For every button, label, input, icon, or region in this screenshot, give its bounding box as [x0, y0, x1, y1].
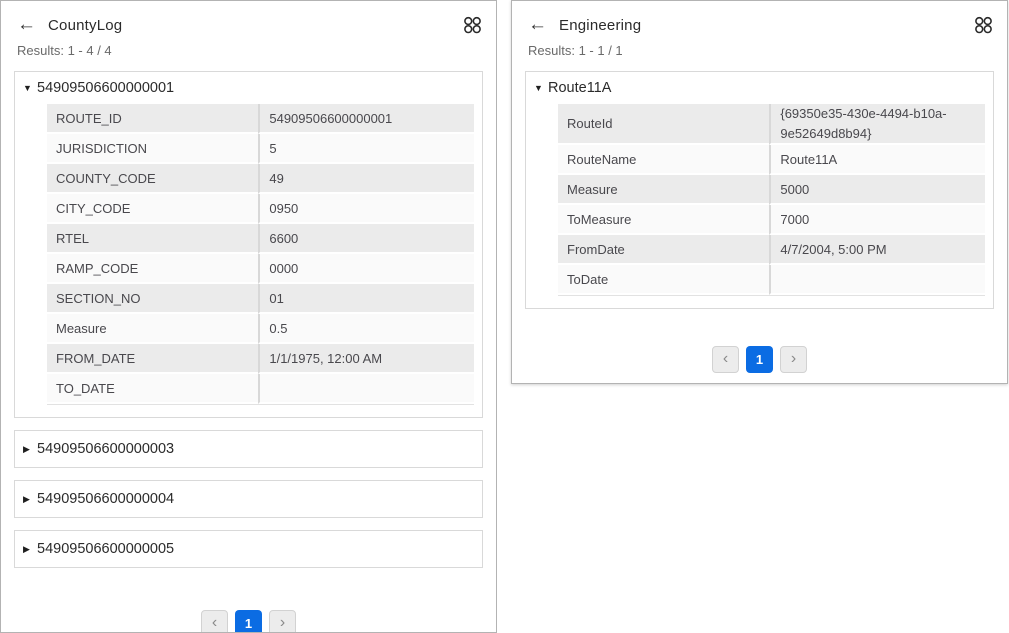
current-page-button[interactable]: 1	[235, 610, 262, 633]
field-value: 7000	[769, 205, 985, 235]
field-label: RouteId	[558, 104, 769, 145]
feature-card-toggle[interactable]: ▶ 54909506600000004	[15, 481, 482, 517]
field-value: 5000	[769, 175, 985, 205]
chevron-right-icon: ›	[280, 615, 285, 631]
feature-title: 54909506600000004	[37, 491, 174, 507]
panel-title: CountyLog	[48, 17, 122, 34]
panel-title: Engineering	[559, 17, 641, 34]
field-label: Measure	[47, 314, 258, 344]
engineering-header: ← Engineering	[512, 1, 1007, 41]
feature-card-toggle[interactable]: ▼ Route11A	[526, 72, 993, 102]
caret-right-icon: ▶	[23, 445, 35, 454]
table-row: SECTION_NO 01	[47, 284, 474, 314]
table-row: JURISDICTION 5	[47, 134, 474, 164]
countylog-panel: ← CountyLog Results: 1 - 4 / 4 ▼ 5490950…	[0, 0, 497, 633]
pagination: ‹ 1 ›	[512, 346, 1007, 373]
results-count: Results: 1 - 4 / 4	[1, 41, 496, 71]
field-value: 0950	[258, 194, 474, 224]
feature-card-collapsed: ▶ 54909506600000003	[14, 430, 483, 468]
engineering-panel: ← Engineering Results: 1 - 1 / 1 ▼ Route…	[511, 0, 1008, 384]
field-label: FROM_DATE	[47, 344, 258, 374]
field-value: 01	[258, 284, 474, 314]
table-row: CITY_CODE 0950	[47, 194, 474, 224]
field-value: 0000	[258, 254, 474, 284]
feature-card-toggle[interactable]: ▶ 54909506600000005	[15, 531, 482, 567]
grid-dots-icon[interactable]	[463, 16, 482, 34]
pagination: ‹ 1 ›	[1, 610, 496, 633]
caret-down-icon: ▼	[534, 84, 546, 93]
feature-card-collapsed: ▶ 54909506600000004	[14, 480, 483, 518]
feature-card-toggle[interactable]: ▶ 54909506600000003	[15, 431, 482, 467]
field-label: Measure	[558, 175, 769, 205]
field-value: 49	[258, 164, 474, 194]
prev-page-button[interactable]: ‹	[201, 610, 228, 633]
back-arrow-icon[interactable]: ←	[528, 16, 547, 34]
countylog-header: ← CountyLog	[1, 1, 496, 41]
next-page-button[interactable]: ›	[780, 346, 807, 373]
caret-right-icon: ▶	[23, 545, 35, 554]
table-row: Measure 0.5	[47, 314, 474, 344]
field-label: TO_DATE	[47, 374, 258, 404]
table-row: FROM_DATE 1/1/1975, 12:00 AM	[47, 344, 474, 374]
feature-card-expanded: ▼ 54909506600000001 ROUTE_ID 54909506600…	[14, 71, 483, 418]
field-value: 54909506600000001	[258, 104, 474, 134]
current-page-button[interactable]: 1	[746, 346, 773, 373]
table-row: RTEL 6600	[47, 224, 474, 254]
chevron-left-icon: ‹	[212, 615, 217, 631]
table-row: ToMeasure 7000	[558, 205, 985, 235]
feature-card-collapsed: ▶ 54909506600000005	[14, 530, 483, 568]
field-value: 5	[258, 134, 474, 164]
field-value: Route11A	[769, 145, 985, 175]
feature-title: Route11A	[548, 80, 611, 96]
field-value: {69350e35-430e-4494-b10a-9e52649d8b94}	[769, 104, 985, 145]
field-label: RouteName	[558, 145, 769, 175]
table-row: RouteId {69350e35-430e-4494-b10a-9e52649…	[558, 104, 985, 145]
field-value	[258, 374, 474, 404]
field-label: FromDate	[558, 235, 769, 265]
field-value: 0.5	[258, 314, 474, 344]
field-label: RTEL	[47, 224, 258, 254]
feature-title: 54909506600000005	[37, 541, 174, 557]
field-label: JURISDICTION	[47, 134, 258, 164]
field-value: 1/1/1975, 12:00 AM	[258, 344, 474, 374]
feature-card-expanded: ▼ Route11A RouteId {69350e35-430e-4494-b…	[525, 71, 994, 309]
table-row: RouteName Route11A	[558, 145, 985, 175]
field-label: ToMeasure	[558, 205, 769, 235]
chevron-left-icon: ‹	[723, 351, 728, 367]
next-page-button[interactable]: ›	[269, 610, 296, 633]
table-row: COUNTY_CODE 49	[47, 164, 474, 194]
table-row: TO_DATE	[47, 374, 474, 404]
caret-right-icon: ▶	[23, 495, 35, 504]
field-value	[769, 265, 985, 295]
field-value: 6600	[258, 224, 474, 254]
table-row: FromDate 4/7/2004, 5:00 PM	[558, 235, 985, 265]
chevron-right-icon: ›	[791, 351, 796, 367]
table-row: RAMP_CODE 0000	[47, 254, 474, 284]
field-label: SECTION_NO	[47, 284, 258, 314]
feature-card-toggle[interactable]: ▼ 54909506600000001	[15, 72, 482, 102]
attributes-table: RouteId {69350e35-430e-4494-b10a-9e52649…	[558, 104, 985, 296]
table-row: ROUTE_ID 54909506600000001	[47, 104, 474, 134]
back-arrow-icon[interactable]: ←	[17, 16, 36, 34]
results-count: Results: 1 - 1 / 1	[512, 41, 1007, 71]
table-row: Measure 5000	[558, 175, 985, 205]
field-label: ROUTE_ID	[47, 104, 258, 134]
field-value: 4/7/2004, 5:00 PM	[769, 235, 985, 265]
table-row: ToDate	[558, 265, 985, 295]
field-label: CITY_CODE	[47, 194, 258, 224]
field-label: ToDate	[558, 265, 769, 295]
field-label: RAMP_CODE	[47, 254, 258, 284]
attributes-table: ROUTE_ID 54909506600000001 JURISDICTION …	[47, 104, 474, 405]
caret-down-icon: ▼	[23, 84, 35, 93]
grid-dots-icon[interactable]	[974, 16, 993, 34]
prev-page-button[interactable]: ‹	[712, 346, 739, 373]
field-label: COUNTY_CODE	[47, 164, 258, 194]
feature-title: 54909506600000003	[37, 441, 174, 457]
feature-title: 54909506600000001	[37, 80, 174, 96]
